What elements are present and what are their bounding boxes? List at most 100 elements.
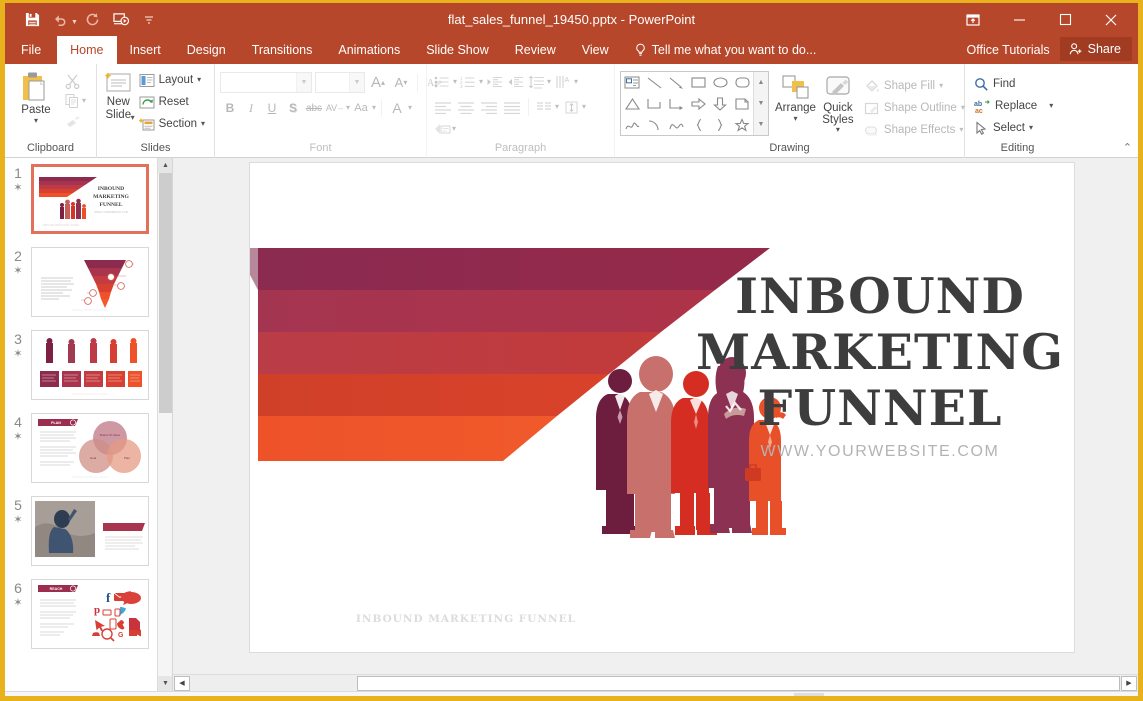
shapes-gallery[interactable]: ▲ ▼ ▼: [620, 71, 769, 136]
tab-insert[interactable]: Insert: [117, 36, 174, 64]
shape-right-brace-icon[interactable]: [709, 114, 731, 135]
font-name-input[interactable]: ▼: [220, 72, 312, 93]
animation-star-icon[interactable]: ✶: [5, 430, 31, 444]
decrease-font-size-button[interactable]: A ▾: [391, 73, 411, 93]
arrange-button[interactable]: Arrange ▾: [775, 71, 816, 123]
copy-caret-icon[interactable]: ▾: [82, 97, 86, 105]
shape-star-icon[interactable]: [731, 114, 753, 135]
convert-to-smartart-button[interactable]: [432, 119, 452, 139]
thumbnail-slide-3[interactable]: INBOUND MARKETING FUNNEL: [31, 330, 149, 400]
text-shadow-button[interactable]: S: [283, 98, 303, 118]
reading-view-button[interactable]: [858, 693, 888, 696]
numbering-caret-icon[interactable]: ▾: [479, 78, 483, 86]
tab-view[interactable]: View: [569, 36, 622, 64]
copy-button[interactable]: [62, 91, 82, 111]
undo-dropdown-caret[interactable]: ▼: [71, 19, 78, 26]
line-spacing-caret-icon[interactable]: ▾: [547, 78, 551, 86]
slide-editor[interactable]: INBOUND MARKETING FUNNEL WWW.YOURWEBSITE…: [249, 162, 1075, 653]
reset-button[interactable]: Reset: [135, 91, 209, 113]
font-color-caret-icon[interactable]: ▾: [408, 104, 412, 112]
section-button[interactable]: Section ▾: [135, 113, 209, 135]
shape-left-brace-icon[interactable]: [687, 114, 709, 135]
thumbnail-scroll-thumb[interactable]: [159, 173, 172, 413]
shapes-gallery-more-icon[interactable]: ▼: [754, 114, 768, 135]
bullets-button[interactable]: [432, 72, 452, 92]
font-size-input[interactable]: ▼: [315, 72, 365, 93]
shape-textbox-icon[interactable]: [621, 72, 643, 93]
character-spacing-button[interactable]: AV ↔: [325, 98, 345, 118]
scroll-left-icon[interactable]: ◀: [174, 675, 190, 691]
account-name[interactable]: Office Tutorials: [957, 43, 1060, 57]
slide-footer-text[interactable]: INBOUND MARKETING FUNNEL: [356, 613, 576, 625]
tab-animations[interactable]: Animations: [325, 36, 413, 64]
shape-outline-button[interactable]: Shape Outline ▾: [860, 97, 969, 119]
tab-transitions[interactable]: Transitions: [239, 36, 326, 64]
text-direction-button[interactable]: A: [553, 72, 573, 92]
restore-icon[interactable]: [1042, 3, 1088, 36]
select-button[interactable]: Select ▾: [970, 117, 1037, 139]
tab-design[interactable]: Design: [174, 36, 239, 64]
thumbnail-slide-1[interactable]: INBOUND MARKETING FUNNEL WWW.YOURWEBSITE…: [31, 164, 149, 234]
thumbnail-slide-5[interactable]: [31, 496, 149, 566]
share-button[interactable]: Share: [1059, 37, 1132, 61]
notes-button[interactable]: Notes: [631, 693, 698, 696]
layout-button[interactable]: Layout ▾: [135, 69, 209, 91]
shapes-scroll-down-icon[interactable]: ▼: [754, 93, 768, 114]
shape-rounded-rectangle-icon[interactable]: [731, 72, 753, 93]
zoom-out-button[interactable]: -: [926, 696, 935, 697]
align-text-button[interactable]: [561, 97, 581, 117]
align-text-caret-icon[interactable]: ▾: [582, 103, 586, 111]
center-button[interactable]: [455, 97, 477, 117]
arrange-caret-icon[interactable]: ▾: [793, 115, 797, 123]
shape-fill-caret-icon[interactable]: ▾: [939, 82, 943, 90]
shape-line-icon[interactable]: [643, 72, 665, 93]
start-presentation-icon[interactable]: [108, 8, 134, 32]
change-case-caret-icon[interactable]: ▾: [372, 104, 376, 112]
thumbnail-slide-4[interactable]: PLAN Brand Of Value Goal Plan INBOUND MA…: [31, 413, 149, 483]
paste-button[interactable]: Paste ▾: [10, 67, 62, 125]
align-right-button[interactable]: [478, 97, 500, 117]
undo-icon[interactable]: [47, 8, 73, 32]
animation-star-icon[interactable]: ✶: [5, 264, 31, 278]
zoom-in-button[interactable]: +: [1047, 696, 1060, 697]
character-spacing-caret-icon[interactable]: ▾: [346, 104, 350, 112]
text-direction-caret-icon[interactable]: ▾: [574, 78, 578, 86]
thumbnail-row[interactable]: 2 ✶ INBOUND MARKETING FUNNEL: [5, 247, 172, 330]
underline-button[interactable]: U: [262, 98, 282, 118]
numbering-button[interactable]: 123: [458, 72, 478, 92]
horizontal-scroll-thumb[interactable]: [357, 675, 1120, 691]
animation-star-icon[interactable]: ✶: [5, 596, 31, 610]
replace-caret-icon[interactable]: ▾: [1049, 102, 1053, 110]
notes-page-icon[interactable]: [91, 696, 107, 701]
layout-caret-icon[interactable]: ▾: [197, 76, 201, 84]
replace-button[interactable]: ab ac Replace ▾: [970, 95, 1057, 117]
bullets-caret-icon[interactable]: ▾: [453, 78, 457, 86]
quick-styles-caret-icon[interactable]: ▾: [836, 126, 840, 134]
save-icon[interactable]: [19, 8, 45, 32]
zoom-track[interactable]: [941, 697, 1041, 701]
tell-me-box[interactable]: Tell me what you want to do...: [634, 36, 816, 64]
increase-font-size-button[interactable]: A ▴: [368, 73, 388, 93]
shape-right-arrow-icon[interactable]: [687, 93, 709, 114]
ribbon-display-options-icon[interactable]: [950, 3, 996, 36]
horizontal-scrollbar[interactable]: ◀ ▶: [173, 674, 1138, 691]
shape-arrow-icon[interactable]: [665, 72, 687, 93]
thumbnail-slide-2[interactable]: INBOUND MARKETING FUNNEL: [31, 247, 149, 317]
shape-oval-icon[interactable]: [709, 72, 731, 93]
horizontal-scroll-track[interactable]: [191, 675, 1120, 691]
shapes-scroll-up-icon[interactable]: ▲: [754, 72, 768, 93]
shape-rectangle-icon[interactable]: [687, 72, 709, 93]
cut-button[interactable]: [62, 71, 82, 91]
fit-to-window-button[interactable]: [1102, 693, 1132, 696]
collapse-ribbon-icon[interactable]: ⌃: [1123, 141, 1132, 154]
align-left-button[interactable]: [432, 97, 454, 117]
strikethrough-button[interactable]: abc: [304, 98, 324, 118]
shapes-gallery-scrollbar[interactable]: ▲ ▼ ▼: [753, 72, 768, 135]
section-caret-icon[interactable]: ▾: [201, 120, 205, 128]
slide-title-placeholder[interactable]: INBOUND MARKETING FUNNEL: [690, 268, 1070, 436]
close-icon[interactable]: [1088, 3, 1134, 36]
comments-button[interactable]: Comments: [700, 693, 793, 696]
quick-styles-button[interactable]: Quick Styles ▾: [822, 71, 854, 134]
increase-indent-button[interactable]: [505, 72, 525, 92]
thumbnail-slide-6[interactable]: REACH f p G: [31, 579, 149, 649]
